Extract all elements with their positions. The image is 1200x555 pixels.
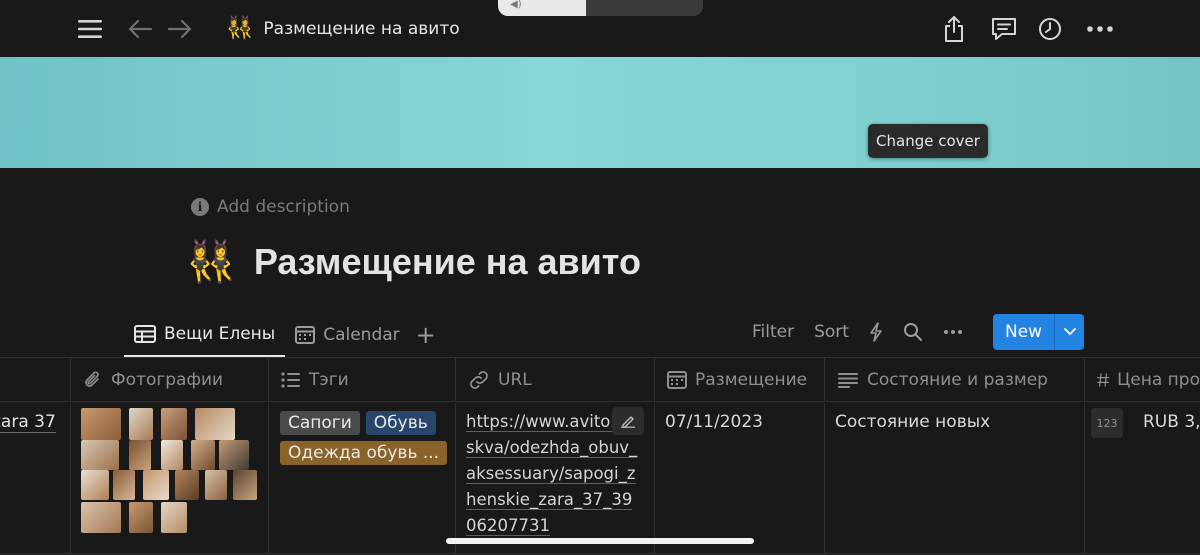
date-value: 07/11/2023 bbox=[665, 412, 763, 432]
photo-thumbnail[interactable] bbox=[205, 470, 227, 500]
add-view-button[interactable]: + bbox=[410, 312, 442, 357]
forward-arrow-icon[interactable] bbox=[162, 10, 198, 48]
search-icon[interactable] bbox=[903, 322, 923, 342]
cell-tags[interactable]: Сапоги Обувь Одежда обувь ... bbox=[268, 403, 455, 553]
column-label: URL bbox=[498, 370, 532, 390]
link-icon bbox=[470, 371, 488, 389]
photo-thumbnail[interactable] bbox=[129, 502, 153, 533]
new-dropdown-button[interactable] bbox=[1054, 314, 1085, 350]
hash-icon bbox=[1097, 373, 1110, 387]
photo-thumbnail[interactable] bbox=[113, 470, 135, 500]
cell-url[interactable]: https://www.avito.moskva/odezhda_obuv_ak… bbox=[455, 403, 654, 553]
column-header-url[interactable]: URL bbox=[455, 358, 654, 402]
column-header-name[interactable] bbox=[0, 358, 70, 402]
tab-label: Calendar bbox=[323, 324, 400, 345]
volume-icon: ◀) bbox=[498, 0, 586, 16]
column-label: Тэги bbox=[309, 370, 349, 390]
column-header-photos[interactable]: Фотографии bbox=[70, 358, 268, 402]
price-value: RUB 3, bbox=[1143, 412, 1200, 432]
photo-thumbnail[interactable] bbox=[129, 408, 153, 440]
cell-price[interactable]: 123 RUB 3, bbox=[1084, 403, 1200, 553]
column-header-tags[interactable]: Тэги bbox=[268, 358, 455, 402]
text-lines-icon bbox=[838, 373, 858, 388]
row-divider bbox=[0, 553, 1200, 554]
cell-condition[interactable]: Состояние новых bbox=[824, 403, 1084, 553]
new-button-group: New bbox=[992, 314, 1085, 350]
tab-table-view[interactable]: Вещи Елены bbox=[124, 312, 286, 357]
back-arrow-icon[interactable] bbox=[122, 10, 158, 48]
photo-thumbnail[interactable] bbox=[161, 440, 183, 470]
table-icon bbox=[134, 324, 156, 343]
row-title[interactable]: zara 37 bbox=[0, 412, 56, 433]
page-title[interactable]: 👯‍♀️ Размещение на авито bbox=[186, 238, 641, 285]
cell-name[interactable]: zara 37 bbox=[0, 403, 70, 553]
number-format-badge[interactable]: 123 bbox=[1091, 408, 1123, 438]
page-emoji-icon: 👯‍♀️ bbox=[226, 16, 254, 41]
info-icon: i bbox=[191, 198, 209, 216]
automation-lightning-icon[interactable] bbox=[869, 322, 883, 342]
sort-button[interactable]: Sort bbox=[814, 322, 849, 342]
calendar-icon bbox=[667, 371, 687, 389]
table-header: Фотографии Тэги URL Размещение Состояние… bbox=[0, 358, 1200, 402]
tag-chip[interactable]: Обувь bbox=[365, 411, 436, 435]
column-header-condition[interactable]: Состояние и размер bbox=[824, 358, 1084, 402]
page-title-text[interactable]: Размещение на авито bbox=[254, 241, 641, 283]
photo-thumbnail[interactable] bbox=[129, 440, 151, 470]
history-clock-icon[interactable] bbox=[1032, 10, 1068, 48]
list-icon bbox=[281, 372, 300, 388]
status-notch: ◀) bbox=[498, 0, 703, 16]
edit-pencil-icon[interactable] bbox=[612, 407, 644, 435]
photo-thumbnail[interactable] bbox=[233, 470, 257, 500]
share-icon[interactable] bbox=[936, 10, 972, 48]
breadcrumb-title: Размещение на авито bbox=[263, 18, 460, 39]
photo-thumbnail[interactable] bbox=[195, 408, 235, 440]
chevron-down-icon bbox=[1063, 328, 1076, 336]
photo-thumbnails[interactable] bbox=[81, 408, 261, 533]
change-cover-button[interactable]: Change cover bbox=[868, 124, 988, 158]
photo-thumbnail[interactable] bbox=[161, 502, 187, 533]
photo-thumbnail[interactable] bbox=[191, 440, 215, 470]
page-title-emoji-icon[interactable]: 👯‍♀️ bbox=[186, 238, 236, 285]
photo-thumbnail[interactable] bbox=[161, 408, 187, 440]
tag-chip[interactable]: Одежда обувь ... bbox=[280, 441, 448, 465]
new-button[interactable]: New bbox=[992, 314, 1055, 350]
column-header-placement[interactable]: Размещение bbox=[654, 358, 824, 402]
column-label: Состояние и размер bbox=[867, 370, 1048, 390]
photo-thumbnail[interactable] bbox=[81, 502, 121, 533]
add-description-label: Add description bbox=[217, 197, 350, 217]
home-indicator[interactable] bbox=[446, 538, 754, 544]
filter-button[interactable]: Filter bbox=[752, 322, 794, 342]
more-options-icon[interactable] bbox=[1082, 10, 1118, 48]
condition-value: Состояние новых bbox=[835, 412, 991, 432]
breadcrumb[interactable]: 👯‍♀️ Размещение на авито bbox=[226, 16, 460, 41]
cell-photos[interactable] bbox=[70, 403, 268, 553]
photo-thumbnail[interactable] bbox=[219, 440, 249, 470]
tag-chip[interactable]: Сапоги bbox=[280, 411, 360, 435]
column-header-price[interactable]: Цена про bbox=[1084, 358, 1200, 402]
cell-placement-date[interactable]: 07/11/2023 bbox=[654, 403, 824, 553]
top-bar: 👯‍♀️ Размещение на авито ◀) bbox=[0, 0, 1200, 57]
paperclip-icon bbox=[85, 371, 99, 387]
more-view-options-icon[interactable] bbox=[943, 329, 963, 335]
photo-thumbnail[interactable] bbox=[81, 470, 109, 500]
view-tabs: Вещи Елены Calendar + bbox=[124, 312, 442, 357]
comments-icon[interactable] bbox=[986, 10, 1022, 48]
database-table: Фотографии Тэги URL Размещение Состояние… bbox=[0, 357, 1200, 555]
tab-label: Вещи Елены bbox=[164, 323, 276, 344]
table-row[interactable]: zara 37 bbox=[0, 403, 1200, 553]
photo-thumbnail[interactable] bbox=[143, 470, 169, 500]
photo-thumbnail[interactable] bbox=[81, 440, 119, 470]
menu-icon[interactable] bbox=[72, 10, 108, 48]
column-label: Цена про bbox=[1117, 370, 1200, 390]
database-toolbar: Filter Sort New bbox=[752, 314, 1085, 350]
page-cover[interactable] bbox=[0, 57, 1200, 168]
tab-calendar-view[interactable]: Calendar bbox=[285, 312, 409, 357]
photo-thumbnail[interactable] bbox=[81, 408, 121, 440]
calendar-icon bbox=[295, 325, 316, 344]
column-label: Фотографии bbox=[111, 370, 224, 390]
column-label: Размещение bbox=[695, 370, 808, 390]
photo-thumbnail[interactable] bbox=[175, 470, 199, 500]
add-description-button[interactable]: i Add description bbox=[191, 197, 350, 217]
